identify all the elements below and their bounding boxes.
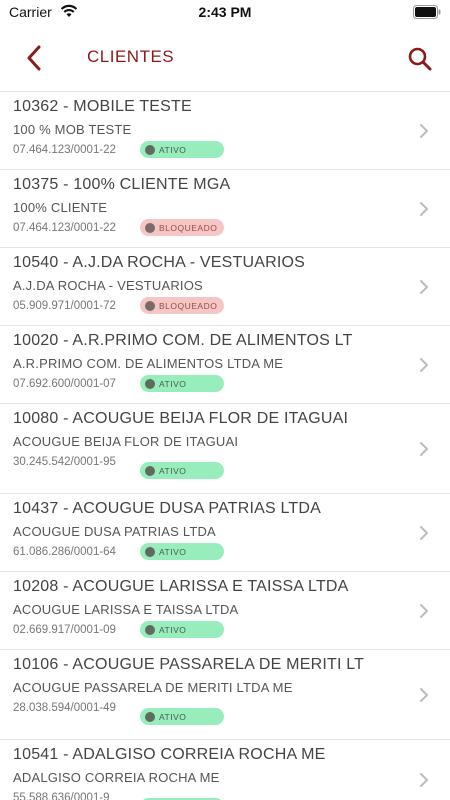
client-subtitle: 100 % MOB TESTE bbox=[13, 122, 132, 137]
status-time: 2:43 PM bbox=[198, 4, 252, 20]
nav-bar: CLIENTES bbox=[0, 24, 450, 92]
client-row[interactable]: 10437 - ACOUGUE DUSA PATRIAS LTDA ACOUGUE… bbox=[0, 494, 450, 572]
status-label: ATIVO bbox=[159, 465, 187, 476]
client-title: 10080 - ACOUGUE BEIJA FLOR DE ITAGUAI bbox=[13, 410, 349, 427]
client-title: 10208 - ACOUGUE LARISSA E TAISSA LTDA bbox=[13, 578, 349, 595]
client-title: 10541 - ADALGISO CORREIA ROCHA ME bbox=[13, 746, 326, 763]
chevron-right-icon bbox=[420, 688, 428, 702]
client-subtitle: 100% CLIENTE bbox=[13, 200, 108, 215]
battery-icon bbox=[413, 5, 441, 19]
chevron-right-icon bbox=[420, 773, 428, 787]
client-title: 10106 - ACOUGUE PASSARELA DE MERITI LT bbox=[13, 656, 365, 673]
status-dot-icon bbox=[145, 624, 155, 635]
client-subtitle: ADALGISO CORREIA ROCHA ME bbox=[13, 770, 220, 785]
client-title: 10375 - 100% CLIENTE MGA bbox=[13, 176, 231, 193]
status-label: ATIVO bbox=[159, 624, 187, 635]
status-badge: ATIVO bbox=[140, 462, 224, 479]
chevron-left-icon bbox=[27, 45, 41, 71]
status-badge: ATIVO bbox=[140, 543, 224, 560]
chevron-right-icon bbox=[420, 442, 428, 456]
client-subtitle: ACOUGUE LARISSA E TAISSA LTDA bbox=[13, 602, 239, 617]
client-document: 02.669.917/0001-09 bbox=[13, 624, 116, 636]
search-icon bbox=[408, 47, 432, 71]
status-dot-icon bbox=[145, 378, 155, 389]
status-label: BLOQUEADO bbox=[159, 222, 218, 233]
client-row[interactable]: 10080 - ACOUGUE BEIJA FLOR DE ITAGUAI ACO… bbox=[0, 404, 450, 494]
client-document: 07.464.123/0001-22 bbox=[13, 222, 116, 234]
chevron-right-icon bbox=[420, 202, 428, 216]
chevron-right-icon bbox=[420, 604, 428, 618]
client-document: 07.464.123/0001-22 bbox=[13, 144, 116, 156]
status-dot-icon bbox=[145, 222, 155, 233]
client-document: 07.692.600/0001-07 bbox=[13, 378, 116, 390]
chevron-right-icon bbox=[420, 280, 428, 294]
status-badge: BLOQUEADO bbox=[140, 219, 224, 236]
back-button[interactable] bbox=[18, 42, 50, 74]
client-row[interactable]: 10540 - A.J.DA ROCHA - VESTUARIOS A.J.DA … bbox=[0, 248, 450, 326]
status-label: ATIVO bbox=[159, 546, 187, 557]
client-document: 30.245.542/0001-95 bbox=[13, 456, 116, 468]
client-subtitle: ACOUGUE BEIJA FLOR DE ITAGUAI bbox=[13, 434, 239, 449]
status-label: BLOQUEADO bbox=[159, 300, 218, 311]
status-dot-icon bbox=[145, 711, 155, 722]
status-badge: ATIVO bbox=[140, 141, 224, 158]
client-subtitle: A.J.DA ROCHA - VESTUARIOS bbox=[13, 278, 203, 293]
page-title: CLIENTES bbox=[87, 47, 175, 66]
status-badge: ATIVO bbox=[140, 708, 224, 725]
status-label: ATIVO bbox=[159, 144, 187, 155]
client-title: 10540 - A.J.DA ROCHA - VESTUARIOS bbox=[13, 254, 306, 271]
status-bar: Carrier 2:43 PM bbox=[0, 0, 450, 24]
chevron-right-icon bbox=[420, 358, 428, 372]
client-row[interactable]: 10375 - 100% CLIENTE MGA 100% CLIENTE 07.4… bbox=[0, 170, 450, 248]
client-title: 10362 - MOBILE TESTE bbox=[13, 98, 192, 115]
client-row[interactable]: 10362 - MOBILE TESTE 100 % MOB TESTE 07.46… bbox=[0, 92, 450, 170]
client-title: 10020 - A.R.PRIMO COM. DE ALIMENTOS LT bbox=[13, 332, 353, 349]
client-list: 10362 - MOBILE TESTE 100 % MOB TESTE 07.46… bbox=[0, 92, 450, 800]
status-dot-icon bbox=[145, 465, 155, 476]
client-subtitle: ACOUGUE DUSA PATRIAS LTDA bbox=[13, 524, 216, 539]
status-dot-icon bbox=[145, 546, 155, 557]
search-button[interactable] bbox=[402, 41, 438, 77]
client-document: 28.038.594/0001-49 bbox=[13, 702, 116, 714]
status-dot-icon bbox=[145, 144, 155, 155]
client-title: 10437 - ACOUGUE DUSA PATRIAS LTDA bbox=[13, 500, 322, 517]
client-row[interactable]: 10020 - A.R.PRIMO COM. DE ALIMENTOS LT A.… bbox=[0, 326, 450, 404]
client-subtitle: A.R.PRIMO COM. DE ALIMENTOS LTDA ME bbox=[13, 356, 284, 371]
client-subtitle: ACOUGUE PASSARELA DE MERITI LTDA ME bbox=[13, 680, 293, 695]
client-document: 05.909.971/0001-72 bbox=[13, 300, 116, 312]
chevron-right-icon bbox=[420, 526, 428, 540]
status-badge: ATIVO bbox=[140, 621, 224, 638]
client-row[interactable]: 10106 - ACOUGUE PASSARELA DE MERITI LT AC… bbox=[0, 650, 450, 740]
client-row[interactable]: 10541 - ADALGISO CORREIA ROCHA ME ADALGIS… bbox=[0, 740, 450, 800]
status-dot-icon bbox=[145, 300, 155, 311]
client-document: 61.086.286/0001-64 bbox=[13, 546, 116, 558]
chevron-right-icon bbox=[420, 124, 428, 138]
client-document: 55.588.636/0001-9 bbox=[13, 792, 110, 800]
status-label: ATIVO bbox=[159, 711, 187, 722]
status-badge: BLOQUEADO bbox=[140, 297, 224, 314]
status-badge: ATIVO bbox=[140, 375, 224, 392]
status-label: ATIVO bbox=[159, 378, 187, 389]
client-row[interactable]: 10208 - ACOUGUE LARISSA E TAISSA LTDA ACO… bbox=[0, 572, 450, 650]
